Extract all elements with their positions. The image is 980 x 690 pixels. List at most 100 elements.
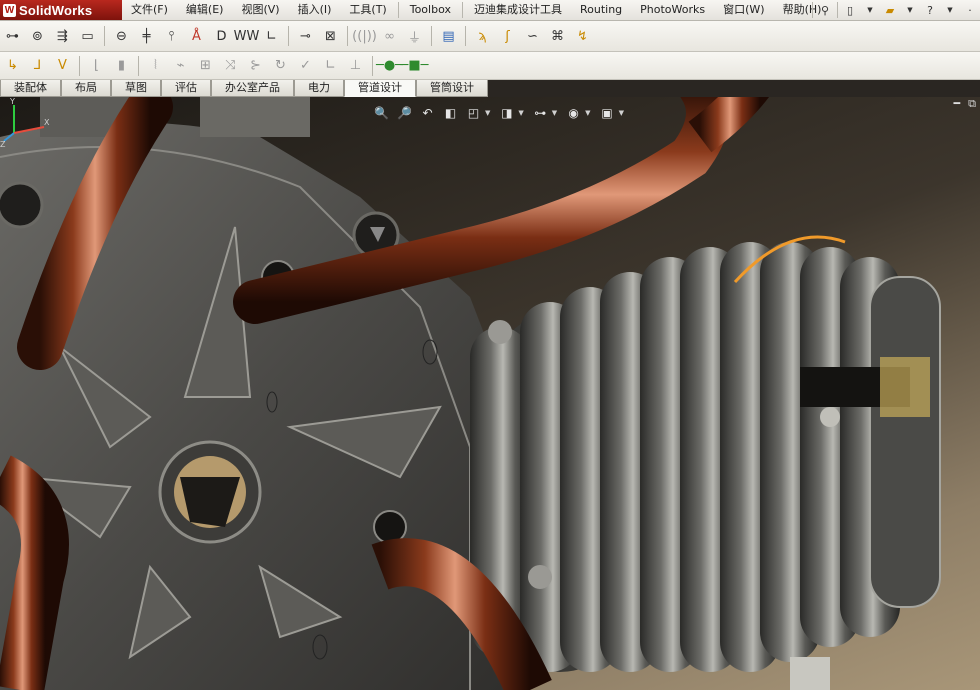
rotate-route-icon[interactable]: ↻: [270, 56, 291, 76]
model-render: [0, 97, 941, 690]
divider: [372, 55, 373, 76]
tab-1[interactable]: 布局: [61, 80, 111, 97]
menu-item[interactable]: 视图(V): [232, 0, 288, 20]
finned-cylinder[interactable]: [470, 235, 941, 690]
pipe-bend-icon[interactable]: ʃ: [497, 26, 518, 46]
split-icon[interactable]: ▮: [111, 56, 132, 76]
menu-item[interactable]: 编辑(E): [177, 0, 233, 20]
clip-icon[interactable]: ⊥: [345, 56, 366, 76]
scene-icon[interactable]: ▣: [598, 104, 617, 123]
dropdown-arrow-icon[interactable]: ▼: [943, 3, 957, 17]
minimize-pane-icon[interactable]: ━: [954, 97, 961, 111]
dropdown-arrow-icon[interactable]: ▼: [585, 109, 590, 117]
camera-route-icon[interactable]: ⌘: [547, 26, 568, 46]
divider: [104, 26, 105, 46]
help-icon[interactable]: ?: [923, 3, 937, 17]
triad-z-label: Z: [0, 140, 6, 147]
divider: [431, 26, 432, 46]
menu-right-tools: ⚲ ▯ ▼ ▰ ▼ ? ▼ ·: [810, 0, 980, 20]
slot-icon[interactable]: ⊖: [111, 26, 132, 46]
chain-icon[interactable]: ⊶: [2, 26, 23, 46]
pin-icon[interactable]: ⚲: [818, 3, 832, 17]
menu-item[interactable]: 插入(I): [289, 0, 341, 20]
flex-route-icon[interactable]: ↯: [572, 26, 593, 46]
bracket-icon[interactable]: ᗞ: [211, 26, 232, 46]
tab-5[interactable]: 电力: [294, 80, 344, 97]
new-document-icon[interactable]: ▯: [843, 3, 857, 17]
route-start-icon[interactable]: ↳: [2, 56, 23, 76]
dropdown-arrow-icon[interactable]: ▼: [552, 109, 557, 117]
hide-show-icon[interactable]: ⊶: [531, 104, 550, 123]
viewport-corner-controls: ━ ⧉: [954, 97, 976, 111]
add-point-icon[interactable]: ⌁: [170, 56, 191, 76]
tab-2[interactable]: 草图: [111, 80, 161, 97]
graphics-area[interactable]: 🔍 🔎 ↶ ◧ ◰ ▼ ◨ ▼ ⊶ ▼ ◉ ▼ ▣ ▼ ━ ⧉ Y X Z: [0, 97, 980, 690]
check-icon[interactable]: ✓: [295, 56, 316, 76]
command-manager-tabs: 装配体 布局 草图 评估 办公室产品 电力 管道设计 管筒设计: [0, 80, 488, 97]
toolbar-routing-components: ⊶ ⊚ ⇶ ▭ ⊖ ╪ ⫯ Å ᗞ WW ∟ ⊸ ⊠ ((|)) ∞ ⏚ ▤ ϡ…: [0, 21, 980, 52]
dropdown-arrow-icon[interactable]: ▼: [485, 109, 490, 117]
menu-items: 文件(F) 编辑(E) 视图(V) 插入(I) 工具(T) Toolbox 迈迪集成设计工具…: [122, 0, 830, 20]
tab-4[interactable]: 办公室产品: [211, 80, 294, 97]
dropdown-arrow-icon[interactable]: ▼: [518, 109, 523, 117]
tab-0[interactable]: 装配体: [0, 80, 61, 97]
app-brand[interactable]: W SolidWorks: [0, 0, 122, 20]
display-style-icon[interactable]: ◨: [497, 104, 516, 123]
terminal-icon[interactable]: ─■─: [401, 56, 429, 76]
menu-item[interactable]: 窗口(W): [714, 0, 773, 20]
corner-icon[interactable]: ∟: [261, 26, 282, 46]
divider: [288, 26, 289, 46]
route-auto-icon[interactable]: ϡ: [472, 26, 493, 46]
tab-7[interactable]: 管筒设计: [416, 80, 488, 97]
elbow-icon[interactable]: ⤨: [220, 56, 241, 76]
rope-icon[interactable]: ∽: [522, 26, 543, 46]
menu-item[interactable]: Toolbox: [401, 0, 460, 20]
corner-route-icon[interactable]: ∟: [320, 56, 341, 76]
lamp-icon[interactable]: Å: [186, 26, 207, 46]
dropdown-arrow-icon[interactable]: ▼: [863, 3, 877, 17]
appearance-icon[interactable]: ◉: [564, 104, 583, 123]
zoom-to-fit-icon[interactable]: 🔍: [372, 104, 391, 123]
pin-icon[interactable]: ╪: [136, 26, 157, 46]
view-orientation-icon[interactable]: ◰: [464, 104, 483, 123]
menu-item[interactable]: 工具(T): [340, 0, 395, 20]
tab-6[interactable]: 管道设计: [344, 80, 416, 97]
menu-item[interactable]: PhotoWorks: [631, 0, 714, 20]
menu-item[interactable]: Routing: [571, 0, 631, 20]
divider: [79, 55, 80, 76]
wire-icon[interactable]: ⫯: [161, 26, 182, 46]
bolt-icon[interactable]: ▭: [77, 26, 98, 46]
menu-item[interactable]: 文件(F): [122, 0, 177, 20]
restore-pane-icon[interactable]: ⧉: [968, 97, 976, 111]
stack-icon[interactable]: ▤: [438, 26, 459, 46]
triad-y-label: Y: [9, 97, 15, 106]
valve-icon[interactable]: V: [52, 56, 73, 76]
zoom-area-icon[interactable]: 🔎: [395, 104, 414, 123]
triad-z-axis: [3, 132, 15, 142]
probe-icon[interactable]: ⊸: [295, 26, 316, 46]
spring-icon[interactable]: ((|)): [352, 26, 377, 46]
section-view-icon[interactable]: ◧: [441, 104, 460, 123]
dropdown-arrow-icon[interactable]: ▼: [903, 3, 917, 17]
tab-3[interactable]: 评估: [161, 80, 211, 97]
coil-icon[interactable]: WW: [234, 26, 260, 46]
link-icon[interactable]: ∞: [379, 26, 400, 46]
triad-x-axis: [13, 126, 45, 134]
overflow-icon[interactable]: ·: [963, 3, 977, 17]
support-icon[interactable]: ⏚: [404, 26, 425, 46]
connector-icon[interactable]: ─●─: [376, 56, 403, 76]
dropdown-arrow-icon[interactable]: ▼: [619, 109, 624, 117]
reducer-icon[interactable]: ⊱: [245, 56, 266, 76]
toolbar-piping: ↳ ⅃ V ⌊ ▮ ⦚ ⌁ ⊞ ⤨ ⊱ ↻ ✓ ∟ ⊥ ─●─ ─■─: [0, 52, 980, 80]
box-frame-icon[interactable]: ⊠: [320, 26, 341, 46]
fitting-icon[interactable]: ⅃: [27, 56, 48, 76]
ring-icon[interactable]: ⊚: [27, 26, 48, 46]
edit-route-icon[interactable]: ⦚: [145, 56, 166, 76]
flange-icon[interactable]: ⌊: [86, 56, 107, 76]
open-folder-icon[interactable]: ▰: [883, 3, 897, 17]
tee-icon[interactable]: ⊞: [195, 56, 216, 76]
fastener-icon[interactable]: ⇶: [52, 26, 73, 46]
divider: [397, 2, 399, 18]
menu-item[interactable]: 迈迪集成设计工具: [465, 0, 571, 20]
previous-view-icon[interactable]: ↶: [418, 104, 437, 123]
